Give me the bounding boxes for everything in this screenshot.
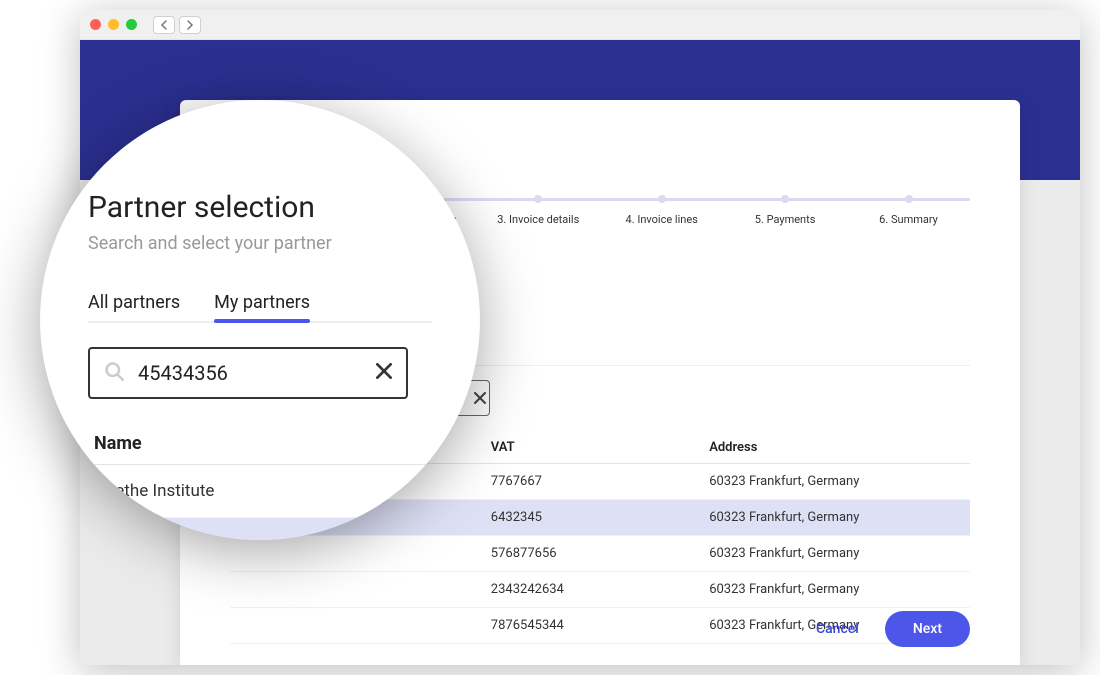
col-header-address: Address (709, 440, 964, 455)
zoom-tab-my-partners[interactable]: My partners (214, 284, 310, 321)
zoom-table-row[interactable]: Goethe Institute (88, 465, 432, 518)
wizard-step-5[interactable]: 5. Payments (724, 190, 847, 226)
zoom-magnifier: Partner selection Search and select your… (40, 100, 480, 540)
titlebar (80, 10, 1080, 40)
clear-icon[interactable] (376, 363, 392, 383)
next-button[interactable]: Next (885, 611, 970, 647)
table-row[interactable]: 576877656 60323 Frankfurt, Germany (230, 536, 970, 572)
wizard-step-4[interactable]: 4. Invoice lines (600, 190, 723, 226)
minimize-window-icon[interactable] (108, 19, 119, 30)
wizard-step-6[interactable]: 6. Summary (847, 190, 970, 226)
zoom-section-subtitle: Search and select your partner (88, 233, 432, 254)
col-header-vat: VAT (491, 440, 709, 455)
close-window-icon[interactable] (90, 19, 101, 30)
nav-buttons (153, 16, 201, 34)
wizard-step-3[interactable]: 3. Invoice details (477, 190, 600, 226)
search-icon (104, 361, 124, 385)
zoom-tab-all-partners[interactable]: All partners (88, 284, 180, 321)
zoom-col-header-name: Name (88, 423, 432, 465)
zoom-section-title: Partner selection (88, 190, 432, 225)
cancel-button[interactable]: Cancel (798, 611, 877, 647)
zoom-tabs: All partners My partners (88, 284, 432, 323)
zoom-search-value: 45434356 (138, 361, 362, 385)
window-controls (90, 19, 137, 30)
zoom-search-field[interactable]: 45434356 (88, 347, 408, 399)
zoom-table-row[interactable]: Universität (88, 518, 432, 540)
back-button[interactable] (153, 16, 175, 34)
table-row[interactable]: 2343242634 60323 Frankfurt, Germany (230, 572, 970, 608)
forward-button[interactable] (179, 16, 201, 34)
maximize-window-icon[interactable] (126, 19, 137, 30)
footer-actions: Cancel Next (798, 611, 970, 647)
